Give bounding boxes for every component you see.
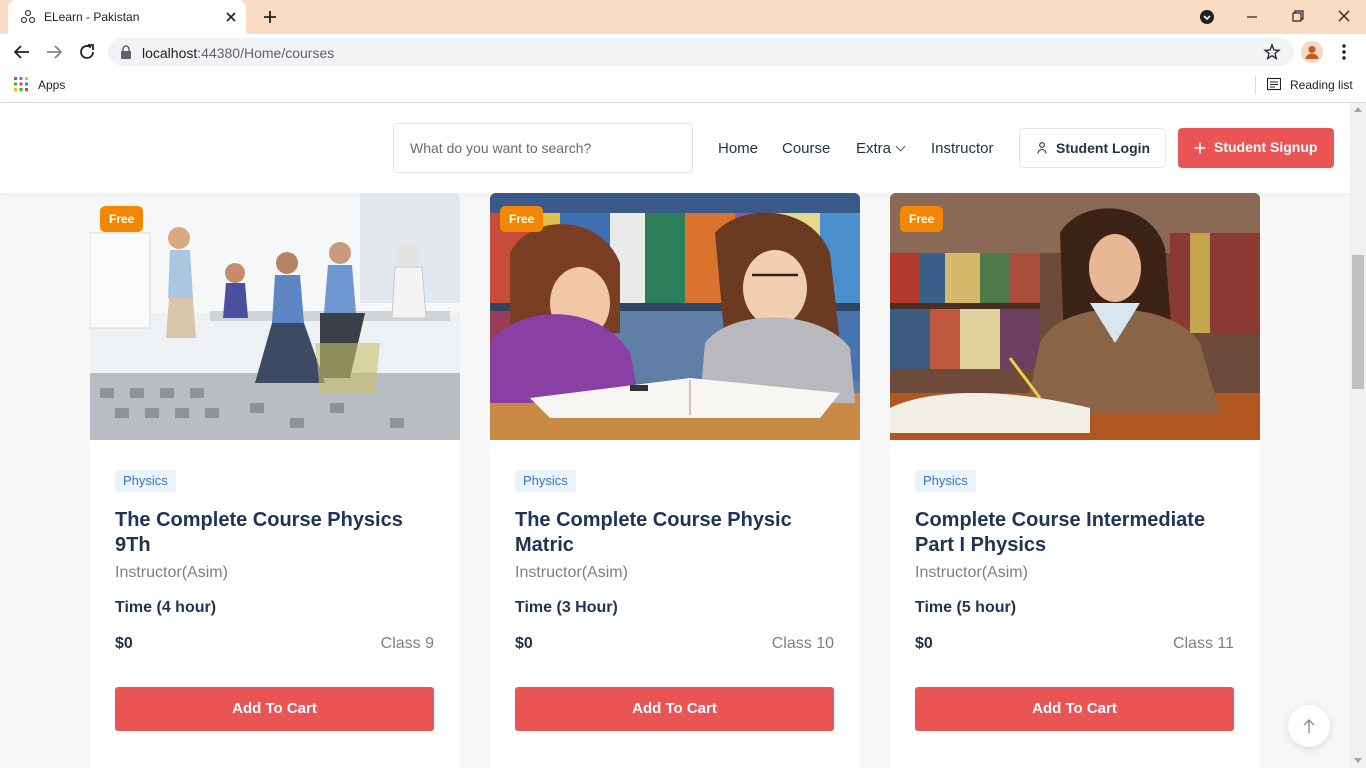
course-instructor: Instructor(Asim)	[115, 564, 228, 581]
course-time: Time (5 hour)	[915, 599, 1017, 616]
scrollbar-thumb[interactable]	[1352, 255, 1364, 389]
reading-list-button[interactable]: Reading list	[1290, 78, 1353, 92]
search-box[interactable]	[393, 123, 693, 173]
search-input[interactable]	[394, 124, 692, 172]
forward-arrow-icon[interactable]	[43, 41, 65, 63]
browser-toolbar: localhost:44380/Home/courses	[0, 34, 1366, 70]
back-arrow-icon[interactable]	[11, 41, 33, 63]
add-to-cart-button[interactable]: Add To Cart	[115, 687, 434, 731]
course-image[interactable]: Free	[90, 193, 460, 440]
tab-search-icon[interactable]	[1199, 9, 1215, 25]
category-tag[interactable]: Physics	[915, 470, 976, 492]
url-text: localhost:44380/Home/courses	[142, 45, 334, 61]
scroll-down-arrow-icon[interactable]	[1354, 758, 1362, 763]
reading-list-icon[interactable]	[1267, 77, 1281, 91]
nav-instructor[interactable]: Instructor	[931, 140, 994, 157]
student-login-label: Student Login	[1056, 140, 1151, 156]
course-card: Free Physics The Complete Course Physics…	[90, 193, 460, 768]
lock-icon[interactable]	[120, 45, 132, 59]
course-title[interactable]: The Complete Course Physic Matric	[515, 508, 835, 558]
student-signup-label: Student Signup	[1214, 139, 1318, 155]
plus-icon	[1194, 142, 1206, 154]
scroll-up-arrow-icon[interactable]	[1354, 107, 1362, 112]
nav-course[interactable]: Course	[782, 140, 830, 157]
bookmark-divider	[1255, 76, 1256, 94]
url-path: :44380/Home/courses	[197, 45, 335, 61]
student-login-button[interactable]: Student Login	[1019, 128, 1166, 168]
chevron-down-icon	[895, 141, 906, 152]
course-title[interactable]: The Complete Course Physics 9Th	[115, 508, 435, 558]
course-time: Time (3 Hour)	[515, 599, 618, 616]
browser-tab[interactable]: ELearn - Pakistan	[8, 0, 246, 34]
nav-home[interactable]: Home	[718, 140, 758, 157]
course-price: $0	[915, 635, 933, 652]
category-tag[interactable]: Physics	[115, 470, 176, 492]
tab-close-icon[interactable]	[222, 8, 240, 26]
add-to-cart-button[interactable]: Add To Cart	[515, 687, 834, 731]
page-viewport: Home Course Extra Instructor Student Log…	[0, 103, 1350, 768]
course-instructor: Instructor(Asim)	[515, 564, 628, 581]
window-close-icon[interactable]	[1334, 6, 1354, 26]
course-class: Class 10	[771, 635, 834, 652]
course-card: Free Physics The Complete Course Physic …	[490, 193, 860, 768]
course-class: Class 11	[1172, 635, 1234, 652]
browser-tab-strip: ELearn - Pakistan	[0, 0, 1366, 34]
bookmarks-bar: Apps Reading list	[0, 70, 1366, 103]
bookmark-star-icon[interactable]	[1263, 43, 1281, 61]
course-image[interactable]: Free	[890, 193, 1260, 440]
nav-extra[interactable]: Extra	[856, 140, 906, 157]
student-signup-button[interactable]: Student Signup	[1178, 128, 1334, 168]
category-tag[interactable]: Physics	[515, 470, 576, 492]
reload-icon[interactable]	[76, 41, 98, 63]
address-bar[interactable]: localhost:44380/Home/courses	[108, 38, 1294, 66]
course-instructor: Instructor(Asim)	[915, 564, 1028, 581]
browser-menu-icon[interactable]	[1336, 43, 1352, 61]
arrow-up-icon	[1303, 719, 1315, 733]
restore-icon[interactable]	[1288, 6, 1308, 26]
course-price: $0	[115, 635, 133, 652]
new-tab-icon[interactable]	[260, 7, 280, 27]
profile-avatar-icon[interactable]	[1301, 41, 1323, 63]
course-price: $0	[515, 635, 533, 652]
apps-bookmark[interactable]: Apps	[38, 78, 65, 92]
free-badge: Free	[100, 206, 144, 232]
site-header: Home Course Extra Instructor Student Log…	[0, 103, 1350, 193]
minimize-icon[interactable]	[1242, 7, 1262, 27]
apps-grid-icon[interactable]	[14, 77, 28, 91]
free-badge: Free	[900, 206, 944, 232]
course-image[interactable]: Free	[490, 193, 860, 440]
page-scrollbar[interactable]	[1350, 103, 1366, 768]
course-card: Free Physics Complete Course Intermediat…	[890, 193, 1260, 768]
url-host: localhost	[142, 45, 198, 61]
site-favicon-icon	[20, 9, 36, 24]
tab-title: ELearn - Pakistan	[44, 10, 140, 24]
course-time: Time (4 hour)	[115, 599, 217, 616]
course-title[interactable]: Complete Course Intermediate Part I Phys…	[915, 508, 1235, 558]
back-to-top-button[interactable]	[1288, 705, 1330, 747]
course-class: Class 9	[380, 635, 434, 652]
user-icon	[1037, 142, 1047, 154]
add-to-cart-button[interactable]: Add To Cart	[915, 687, 1234, 731]
nav-extra-label: Extra	[856, 140, 892, 157]
free-badge: Free	[500, 206, 544, 232]
